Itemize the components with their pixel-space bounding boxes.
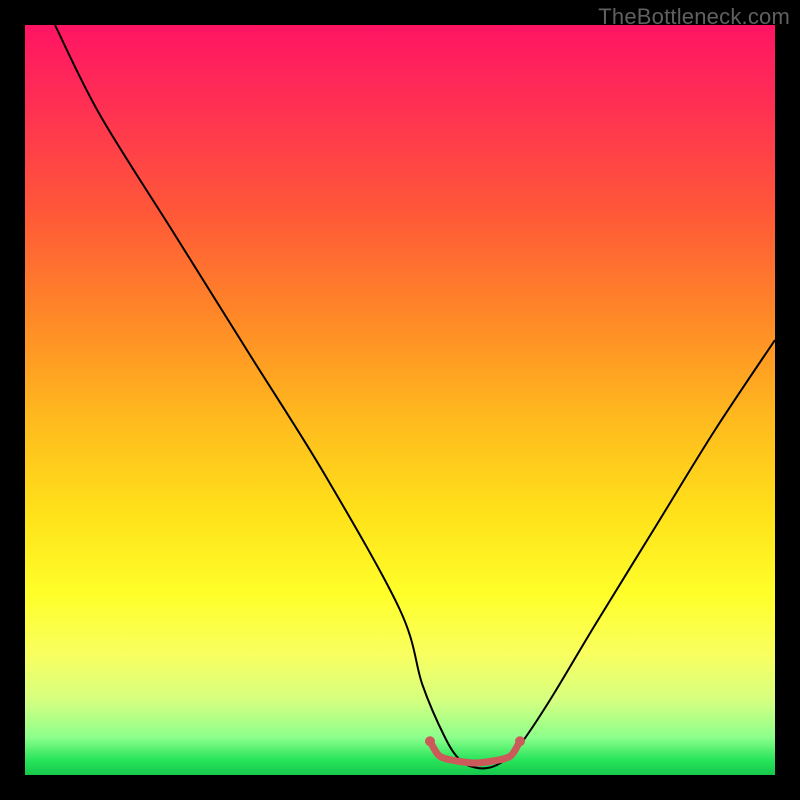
plot-area	[25, 25, 775, 775]
sweet-spot-marker	[430, 741, 520, 763]
sweet-spot-end-dot-left	[425, 736, 435, 746]
sweet-spot-end-dot-right	[515, 736, 525, 746]
curves-svg	[25, 25, 775, 775]
watermark-text: TheBottleneck.com	[598, 4, 790, 30]
chart-frame: TheBottleneck.com	[0, 0, 800, 800]
bottleneck-curve	[55, 25, 775, 768]
